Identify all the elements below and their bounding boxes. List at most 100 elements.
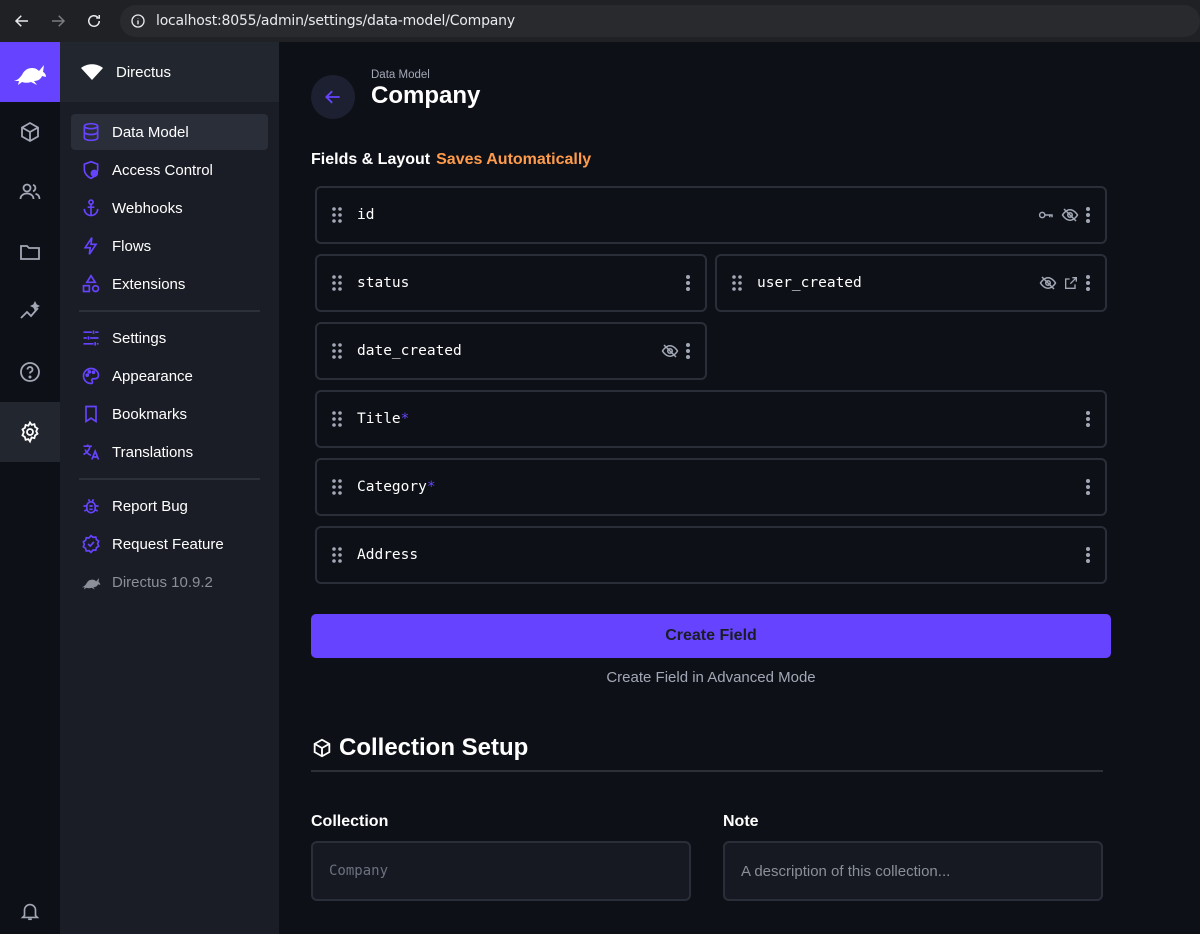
open-in-new-icon[interactable] (1063, 275, 1079, 291)
collection-name-input[interactable]: Company (311, 841, 691, 901)
browser-reload-button[interactable] (76, 3, 112, 39)
sidebar-item-label: Report Bug (112, 497, 188, 515)
field-row-title[interactable]: Title * (315, 390, 1107, 448)
collection-setup-label: Collection Setup (339, 734, 529, 761)
sidebar-item-bookmarks[interactable]: Bookmarks (71, 396, 268, 432)
browser-forward-button[interactable] (40, 3, 76, 39)
field-name: date_created (357, 343, 462, 359)
directus-logo[interactable] (0, 42, 60, 102)
fields-title: Fields & Layout (311, 151, 431, 168)
drag-handle-icon[interactable] (317, 410, 357, 428)
info-icon (131, 14, 145, 28)
module-bar (0, 42, 60, 934)
sidebar-item-label: Flows (112, 237, 152, 255)
more-icon[interactable] (1085, 546, 1091, 564)
sidebar-item-request-feature[interactable]: Request Feature (71, 526, 268, 562)
sidebar-item-appearance[interactable]: Appearance (71, 358, 268, 394)
more-icon[interactable] (685, 274, 691, 292)
users-icon (19, 183, 41, 200)
sidebar-item-label: Request Feature (112, 535, 224, 553)
shield-user-icon (83, 160, 99, 180)
hidden-icon (1039, 274, 1057, 292)
main-content: Data Model Company Fields & Layout Saves … (279, 42, 1200, 934)
field-row-date-created[interactable]: date_created (315, 322, 707, 380)
note-label: Note (723, 813, 759, 830)
module-help[interactable] (0, 342, 60, 402)
browser-back-button[interactable] (4, 3, 40, 39)
drag-handle-icon[interactable] (317, 206, 357, 224)
sidebar-item-extensions[interactable]: Extensions (71, 266, 268, 302)
drag-handle-icon[interactable] (317, 546, 357, 564)
sidebar-item-label: Bookmarks (112, 405, 188, 423)
sidebar-item-flows[interactable]: Flows (71, 228, 268, 264)
url-text: localhost:8055/admin/settings/data-model… (156, 13, 515, 29)
module-settings[interactable] (0, 402, 60, 462)
sidebar-divider (79, 310, 260, 312)
required-marker: * (426, 479, 436, 495)
field-name: id (357, 207, 375, 223)
fields-section-title: Fields & Layout Saves Automatically (311, 151, 591, 169)
section-divider (311, 770, 1103, 772)
sidebar-item-label: Webhooks (112, 199, 183, 217)
notifications-button[interactable] (0, 888, 60, 934)
more-icon[interactable] (1085, 274, 1091, 292)
create-field-advanced-link[interactable]: Create Field in Advanced Mode (311, 669, 1111, 686)
palette-icon (82, 367, 100, 385)
sidebar-item-data-model[interactable]: Data Model (71, 114, 268, 150)
sidebar-item-settings[interactable]: Settings (71, 320, 268, 356)
field-row-category[interactable]: Category * (315, 458, 1107, 516)
more-icon[interactable] (685, 342, 691, 360)
module-insights[interactable] (0, 282, 60, 342)
field-row-address[interactable]: Address (315, 526, 1107, 584)
module-files[interactable] (0, 222, 60, 282)
arrow-left-icon (14, 15, 28, 27)
sliders-icon (83, 330, 99, 346)
field-row-status[interactable]: status (315, 254, 707, 312)
project-header[interactable]: Directus (60, 42, 279, 102)
sidebar-item-translations[interactable]: Translations (71, 434, 268, 470)
cube-icon (311, 737, 333, 759)
field-row-id[interactable]: id (315, 186, 1107, 244)
database-icon (83, 122, 99, 142)
folder-icon (20, 245, 40, 260)
insights-icon (20, 300, 41, 319)
gear-icon (21, 420, 39, 444)
more-icon[interactable] (1085, 478, 1091, 496)
field-name: Category (357, 479, 427, 495)
translate-icon (83, 444, 100, 460)
sidebar-item-webhooks[interactable]: Webhooks (71, 190, 268, 226)
address-bar[interactable]: localhost:8055/admin/settings/data-model… (120, 5, 1200, 37)
sidebar-divider (79, 478, 260, 480)
collection-setup-title: Collection Setup (311, 734, 528, 762)
sidebar-item-report-bug[interactable]: Report Bug (71, 488, 268, 524)
directus-rabbit-icon (14, 65, 46, 85)
breadcrumb[interactable]: Data Model (371, 69, 430, 81)
key-icon (1037, 206, 1055, 224)
field-row-user-created[interactable]: user_created (715, 254, 1107, 312)
arrow-right-icon (52, 15, 66, 27)
sidebar-item-access-control[interactable]: Access Control (71, 152, 268, 188)
arrow-left-icon (325, 90, 340, 104)
create-field-button[interactable]: Create Field (311, 614, 1111, 658)
project-name: Directus (116, 63, 172, 81)
required-marker: * (400, 411, 410, 427)
drag-handle-icon[interactable] (317, 342, 357, 360)
back-button[interactable] (311, 75, 355, 119)
more-icon[interactable] (1085, 206, 1091, 224)
module-users[interactable] (0, 162, 60, 222)
more-icon[interactable] (1085, 410, 1091, 428)
field-name: Title (357, 411, 401, 427)
sidebar-item-label: Access Control (112, 161, 213, 179)
verified-icon (82, 534, 100, 554)
browser-toolbar: localhost:8055/admin/settings/data-model… (0, 0, 1200, 42)
hidden-icon (661, 342, 679, 360)
drag-handle-icon[interactable] (317, 478, 357, 496)
hidden-icon (1061, 206, 1079, 224)
module-content[interactable] (0, 102, 60, 162)
sidebar-item-version[interactable]: Directus 10.9.2 (71, 564, 268, 600)
bolt-icon (83, 237, 98, 255)
note-input[interactable]: A description of this collection... (723, 841, 1103, 901)
drag-handle-icon[interactable] (317, 274, 357, 292)
saves-automatically-label: Saves Automatically (436, 151, 592, 168)
drag-handle-icon[interactable] (717, 274, 757, 292)
